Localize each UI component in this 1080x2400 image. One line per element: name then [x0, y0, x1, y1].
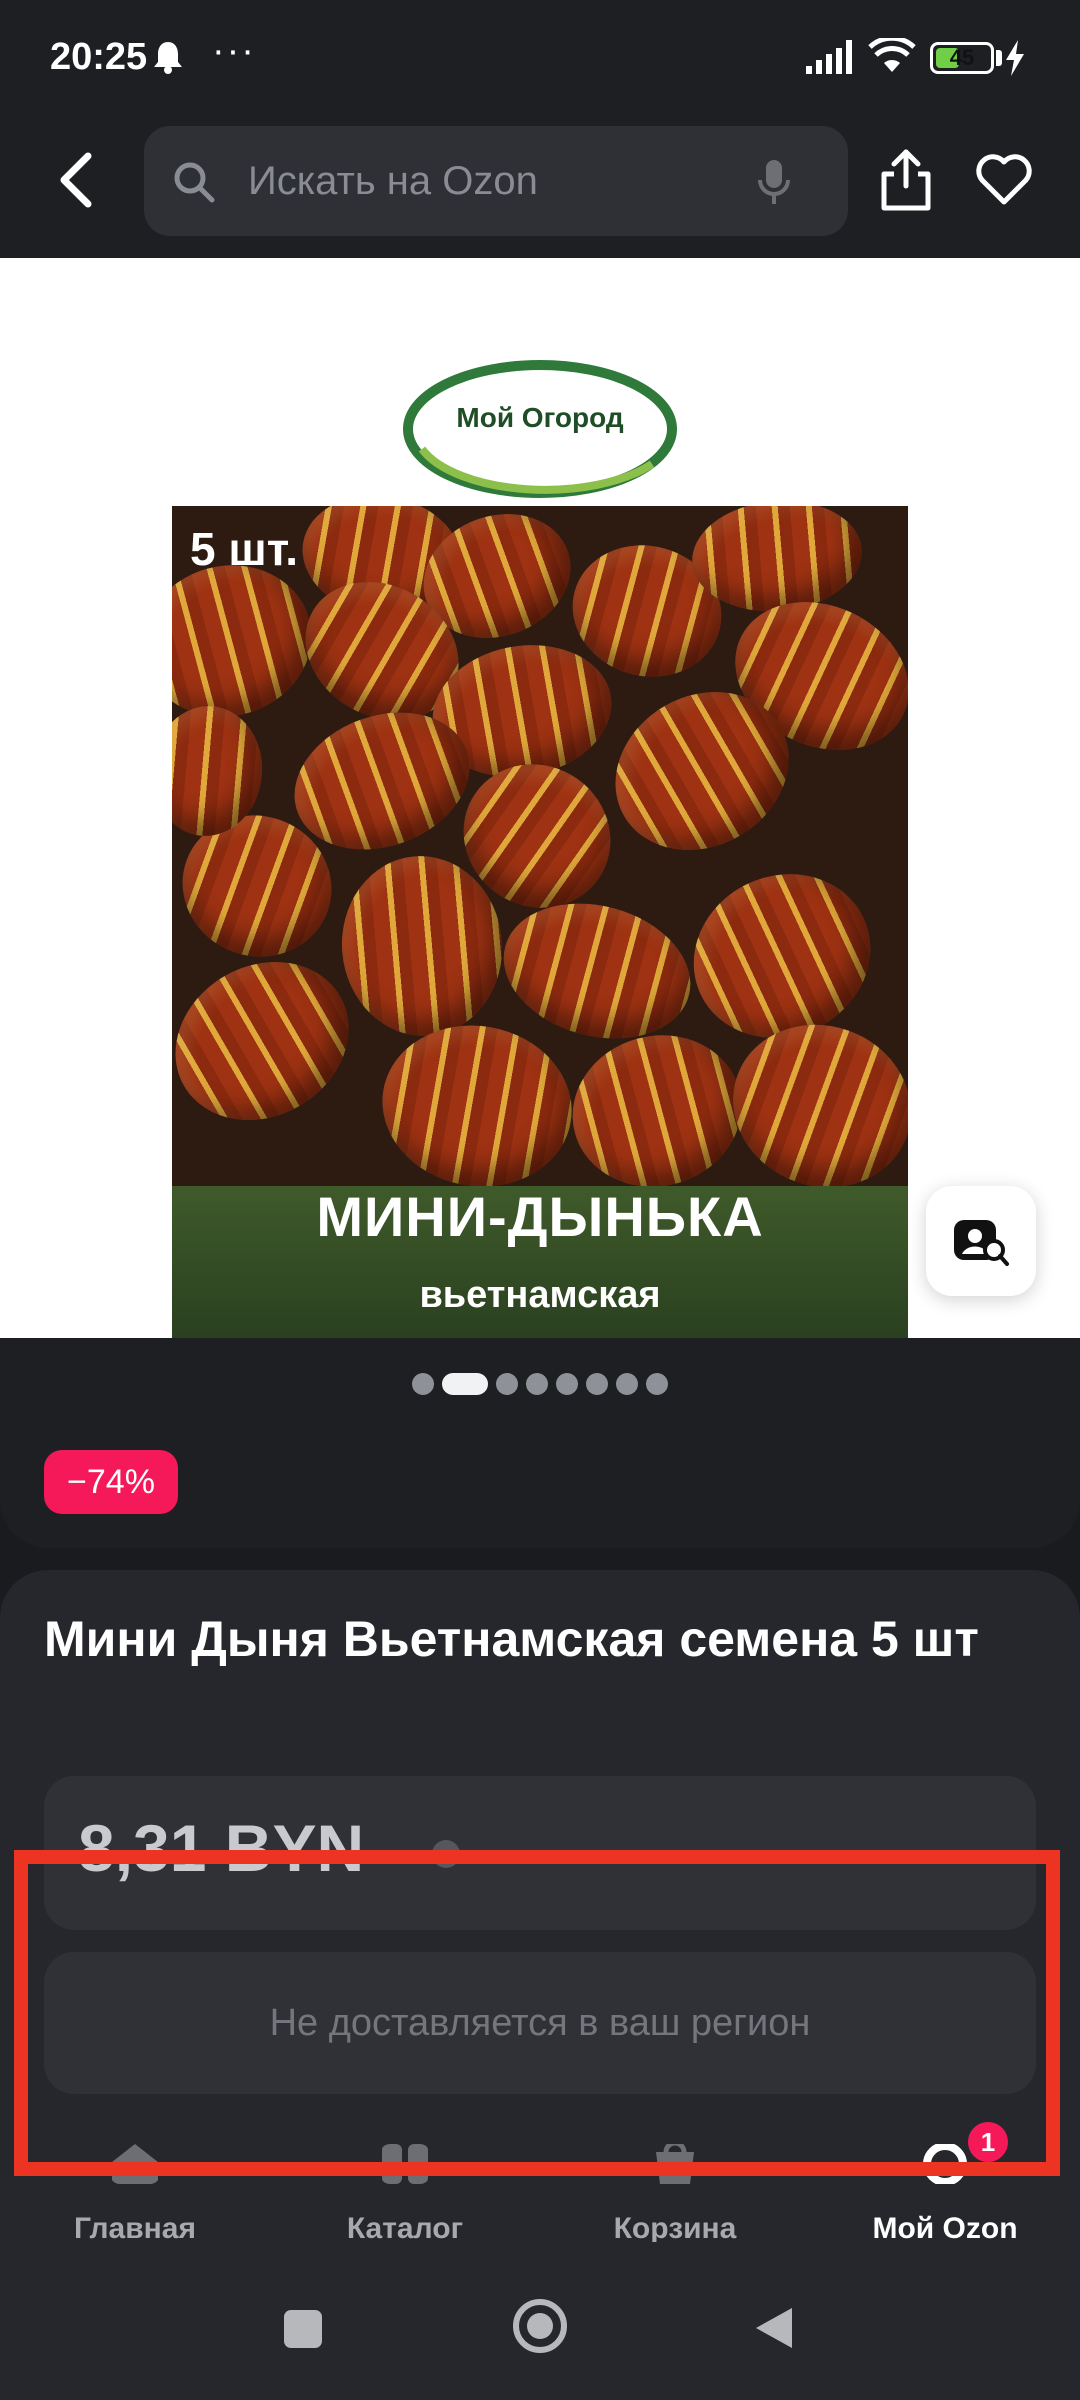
- nav-label-profile: Мой Ozon: [872, 2212, 1018, 2245]
- notification-bell-icon: [154, 42, 182, 74]
- visual-search-icon: [954, 1220, 1009, 1266]
- product-gallery[interactable]: Мой Огород 5 шт. МИНИ-ДЫНЬКА вьетнамская: [0, 258, 1080, 1338]
- melon-shape: [555, 1016, 759, 1206]
- search-input[interactable]: Искать на Ozon: [144, 126, 848, 236]
- highlight-frame: [14, 1850, 1060, 2176]
- pager-dot[interactable]: [526, 1373, 548, 1395]
- image-title-overlay: МИНИ-ДЫНЬКА: [316, 1185, 764, 1248]
- battery-icon: 45: [930, 42, 994, 74]
- pager-dot[interactable]: [412, 1373, 434, 1395]
- status-bar: 20:25 ··· 45: [0, 0, 1080, 118]
- back-button[interactable]: [48, 148, 104, 212]
- share-icon[interactable]: [876, 146, 936, 212]
- product-image[interactable]: Мой Огород 5 шт. МИНИ-ДЫНЬКА вьетнамская: [172, 344, 908, 1338]
- brand-logo: Мой Огород: [172, 344, 908, 506]
- nav-label-home: Главная: [73, 2212, 196, 2245]
- melon-shape: [488, 883, 706, 1059]
- pager-dot-active[interactable]: [442, 1373, 488, 1395]
- melon-photo: 5 шт. МИНИ-ДЫНЬКА вьетнамская: [172, 506, 908, 1338]
- pager-dot[interactable]: [586, 1373, 608, 1395]
- mic-icon[interactable]: [754, 158, 794, 206]
- nav-label-cart: Корзина: [613, 2212, 737, 2245]
- pager-dot[interactable]: [616, 1373, 638, 1395]
- discount-badge: −74%: [44, 1450, 178, 1514]
- gallery-footer: −74%: [0, 1338, 1080, 1548]
- gallery-pager[interactable]: [412, 1372, 668, 1396]
- system-back-button[interactable]: [752, 2304, 796, 2352]
- visual-search-button[interactable]: [926, 1186, 1036, 1296]
- top-header: Искать на Ozon: [0, 118, 1080, 258]
- image-subtitle-overlay: вьетнамская: [419, 1274, 661, 1316]
- charging-icon: [1006, 40, 1024, 76]
- wifi-icon: [868, 38, 916, 72]
- quantity-badge: 5 шт.: [190, 523, 298, 575]
- search-icon: [174, 162, 215, 203]
- melon-shape: [369, 1010, 585, 1202]
- more-notifications-icon: ···: [212, 30, 256, 72]
- pager-dot[interactable]: [496, 1373, 518, 1395]
- system-navigation-bar: [0, 2242, 1080, 2400]
- battery-cap: [996, 50, 1002, 66]
- home-button[interactable]: [510, 2296, 570, 2356]
- heart-icon[interactable]: [974, 152, 1034, 206]
- search-placeholder: Искать на Ozon: [248, 159, 538, 203]
- battery-percent: 45: [949, 45, 975, 70]
- recent-apps-button[interactable]: [284, 2310, 322, 2348]
- product-title: Мини Дыня Вьетнамская семена 5 шт: [44, 1611, 979, 1667]
- pager-dot[interactable]: [646, 1373, 668, 1395]
- nav-label-catalog: Каталог: [346, 2212, 464, 2245]
- status-time: 20:25: [50, 36, 148, 78]
- pager-dot[interactable]: [556, 1373, 578, 1395]
- signal-icon: [806, 40, 852, 74]
- brand-logo-text: Мой Огород: [456, 402, 624, 433]
